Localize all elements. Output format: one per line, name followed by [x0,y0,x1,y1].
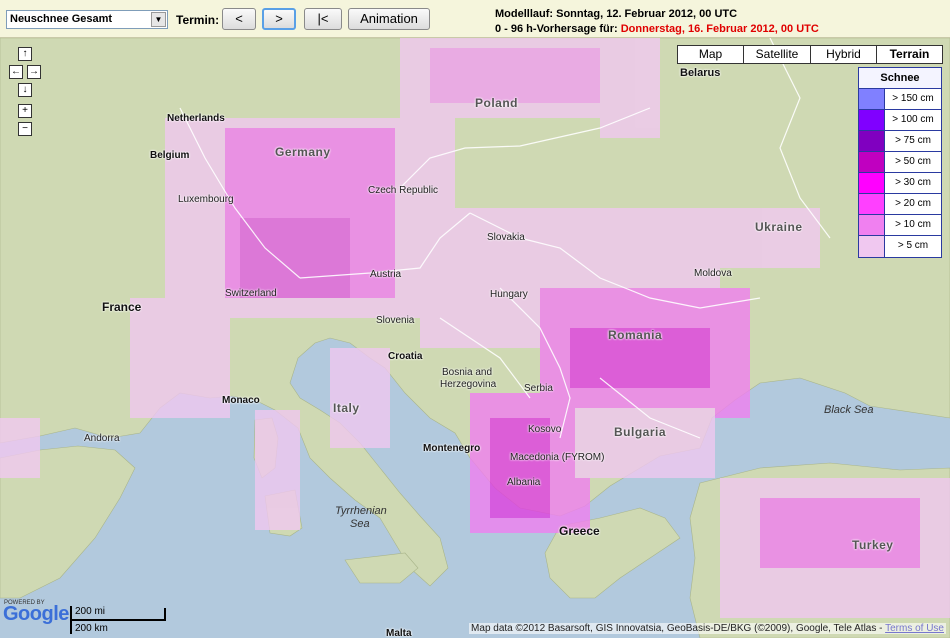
zoom-in-icon[interactable]: + [18,104,32,118]
label-slovakia: Slovakia [487,232,525,243]
label-serbia: Serbia [524,383,553,394]
legend-swatch [859,131,885,151]
legend-swatch [859,110,885,130]
next-button[interactable]: > [262,8,296,30]
legend-item: > 150 cm [859,89,941,110]
scale-mi-label: 200 mi [75,606,106,617]
legend-label: > 30 cm [895,177,931,188]
chevron-down-icon[interactable]: ▼ [151,12,166,27]
label-france: France [102,300,142,314]
label-ukraine: Ukraine [755,220,803,234]
label-belgium: Belgium [150,150,190,161]
scale-line [70,619,166,621]
product-select[interactable]: Neuschnee Gesamt ▼ [6,10,168,29]
label-monaco: Monaco [222,395,260,406]
legend-label: > 5 cm [897,240,929,251]
legend-label: > 50 cm [895,156,931,167]
label-black-sea: Black Sea [824,404,874,416]
pan-right-icon[interactable]: → [27,65,41,79]
zoom-out-icon[interactable]: − [18,122,32,136]
legend-title: Schnee [859,68,941,89]
label-montenegro: Montenegro [423,443,481,454]
legend-item: > 75 cm [859,131,941,152]
label-kosovo: Kosovo [528,424,562,435]
maptype-map-button[interactable]: Map [677,45,744,64]
legend-item: > 5 cm [859,236,941,257]
label-slovenia: Slovenia [376,315,415,326]
product-select-value: Neuschnee Gesamt [10,13,113,25]
legend-swatch [859,215,885,235]
attribution-text: Map data ©2012 Basarsoft, GIS Innovatsia… [471,623,883,634]
maptype-satellite-button[interactable]: Satellite [743,45,811,64]
forecast-prefix: 0 - 96 h-Vorhersage für: [495,23,618,35]
label-belarus: Belarus [680,67,721,79]
previous-button[interactable]: < [222,8,256,30]
label-austria: Austria [370,269,402,280]
legend-label: > 100 cm [892,114,934,125]
legend-label: > 20 cm [895,198,931,209]
label-italy: Italy [333,401,360,415]
legend-swatch [859,89,885,109]
legend-item: > 30 cm [859,173,941,194]
label-moldova: Moldova [694,268,732,279]
label-malta: Malta [386,628,412,638]
label-germany: Germany [275,145,331,159]
maptype-hybrid-button[interactable]: Hybrid [810,45,877,64]
pan-up-icon[interactable]: ↑ [18,47,32,61]
legend-swatch [859,236,885,257]
first-button[interactable]: |< [304,8,342,30]
label-croatia: Croatia [388,351,423,362]
scale-bar: 200 mi 200 km [70,606,166,634]
legend-item: > 10 cm [859,215,941,236]
label-herzegovina: Herzegovina [440,379,497,390]
legend-item: > 100 cm [859,110,941,131]
map-attribution: Map data ©2012 Basarsoft, GIS Innovatsia… [469,623,946,634]
map-canvas[interactable]: Poland Belarus Germany Netherlands Belgi… [0,38,950,638]
label-albania: Albania [507,477,541,488]
pan-left-icon[interactable]: ← [9,65,23,79]
label-poland: Poland [475,96,519,110]
terms-of-use-link[interactable]: Terms of Use [885,623,944,634]
legend-item: > 20 cm [859,194,941,215]
legend-swatch [859,173,885,193]
label-macedonia: Macedonia (FYROM) [510,452,605,463]
snow-legend: Schnee > 150 cm > 100 cm > 75 cm > 50 cm > 3… [858,67,942,258]
legend-label: > 10 cm [895,219,931,230]
legend-rows: > 150 cm > 100 cm > 75 cm > 50 cm > 30 cm > 2… [859,89,941,257]
termin-label: Termin: [176,13,220,27]
toolbar: Neuschnee Gesamt ▼ Termin: < > |< Animat… [0,0,950,38]
legend-swatch [859,194,885,214]
label-bosnia: Bosnia and [442,367,493,378]
forecast-date: Donnerstag, 16. Februar 2012, 00 UTC [620,23,819,35]
label-bulgaria: Bulgaria [614,425,667,439]
weather-map-app: Neuschnee Gesamt ▼ Termin: < > |< Animat… [0,0,950,638]
label-luxembourg: Luxembourg [178,194,234,205]
animation-button[interactable]: Animation [348,8,430,30]
forecast-text: 0 - 96 h-Vorhersage für: Donnerstag, 16.… [495,23,819,35]
scale-km-label: 200 km [75,623,108,634]
pan-down-icon[interactable]: ↓ [18,83,32,97]
label-czech-republic: Czech Republic [368,185,439,196]
label-switzerland: Switzerland [225,288,277,299]
map-terrain-graphic [0,38,950,638]
legend-label: > 150 cm [892,93,934,104]
maptype-terrain-button[interactable]: Terrain [876,45,943,64]
label-netherlands: Netherlands [167,113,225,124]
label-hungary: Hungary [490,289,528,300]
model-run-text: Modelllauf: Sonntag, 12. Februar 2012, 0… [495,8,738,20]
label-turkey: Turkey [852,538,894,552]
legend-swatch [859,152,885,172]
google-logo[interactable]: Google [3,603,69,626]
label-greece: Greece [559,524,600,538]
legend-item: > 50 cm [859,152,941,173]
label-tyrrhenian: Tyrrhenian [335,505,387,517]
legend-label: > 75 cm [895,135,931,146]
label-andorra: Andorra [84,433,120,444]
label-sea: Sea [350,518,370,530]
label-romania: Romania [608,328,663,342]
